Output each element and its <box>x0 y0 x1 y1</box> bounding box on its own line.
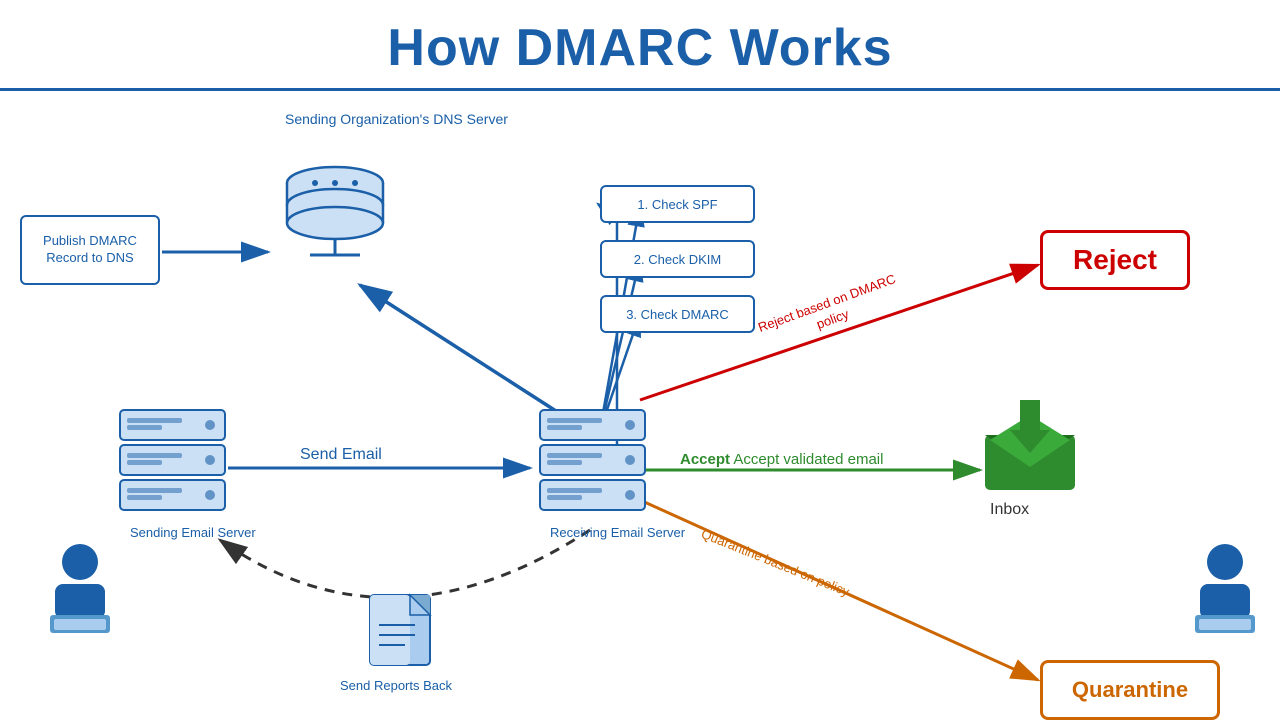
send-reports-label: Send Reports Back <box>340 678 452 695</box>
receiving-server-label: Receiving Email Server <box>550 525 685 542</box>
check-spf-box: 1. Check SPF <box>600 185 755 223</box>
accept-email-label: Accept Accept validated email <box>680 450 883 470</box>
report-doc-icon <box>365 590 435 670</box>
sender-person-icon <box>40 540 120 640</box>
sending-server-label: Sending Email Server <box>130 525 256 542</box>
reject-box: Reject <box>1040 230 1190 290</box>
sending-server-icon <box>115 405 230 520</box>
quarantine-box: Quarantine <box>1040 660 1220 720</box>
send-email-label: Send Email <box>300 445 382 466</box>
title-divider <box>0 88 1280 91</box>
receiver-person-icon <box>1185 540 1265 640</box>
check-dkim-box: 2. Check DKIM <box>600 240 755 278</box>
inbox-label: Inbox <box>990 500 1029 521</box>
receiving-server-icon <box>535 405 650 520</box>
dns-server-label: Sending Organization's DNS Server <box>285 110 508 128</box>
inbox-icon <box>975 395 1085 495</box>
page-title: How DMARC Works <box>0 0 1280 78</box>
check-dmarc-box: 3. Check DMARC <box>600 295 755 333</box>
dns-server-icon <box>280 155 390 265</box>
publish-dmarc-box: Publish DMARC Record to DNS <box>20 215 160 285</box>
